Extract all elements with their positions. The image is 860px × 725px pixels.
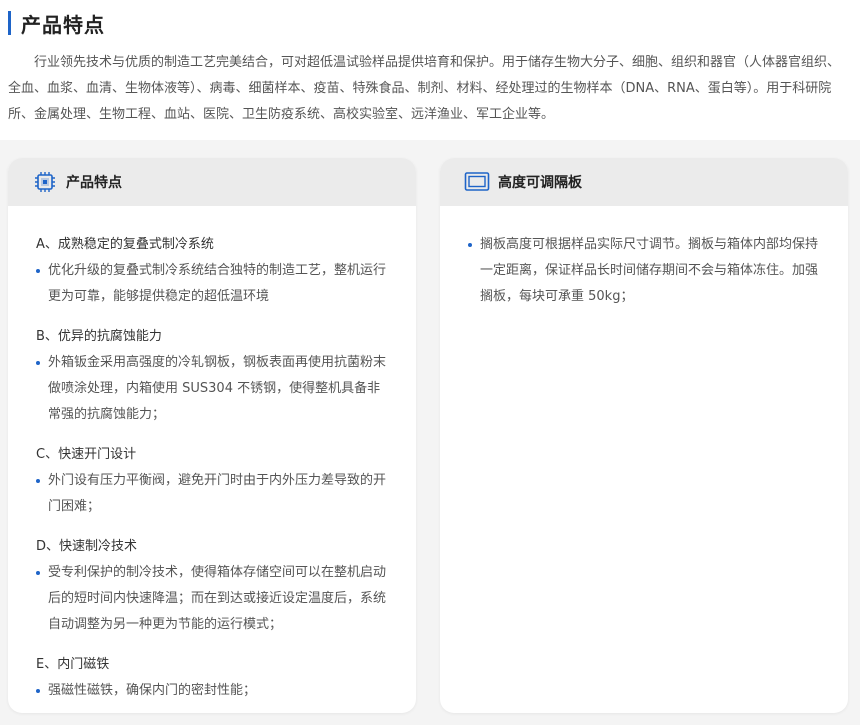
shelf-card-body: 搁板高度可根据样品实际尺寸调节。搁板与箱体内部均保持一定距离，保证样品长时间储存…: [440, 206, 848, 334]
feature-heading: E、内门磁铁: [36, 657, 110, 672]
monitor-icon: [464, 170, 490, 194]
features-card-title: 产品特点: [66, 175, 122, 191]
intro-paragraph: 行业领先技术与优质的制造工艺完美结合，可对超低温试验样品提供培育和保护。用于储存…: [8, 55, 841, 122]
shelf-card-title: 高度可调隔板: [498, 175, 582, 191]
feature-detail: 外箱钣金采用高强度的冷轧钢板，钢板表面再使用抗菌粉末做喷涂处理，内箱使用 SUS…: [36, 350, 388, 428]
feature-detail: 强磁性磁铁，确保内门的密封性能；: [36, 678, 388, 704]
chip-icon: [32, 170, 58, 194]
section-accent-bar: [8, 11, 11, 35]
features-card: 产品特点 A、成熟稳定的复叠式制冷系统 优化升级的复叠式制冷系统结合独特的制造工…: [8, 158, 416, 713]
section-header: 产品特点: [8, 10, 105, 37]
feature-heading: D、快速制冷技术: [36, 539, 138, 554]
features-card-body: A、成熟稳定的复叠式制冷系统 优化升级的复叠式制冷系统结合独特的制造工艺，整机运…: [8, 206, 416, 713]
page-title: 产品特点: [21, 12, 105, 37]
shelf-detail: 搁板高度可根据样品实际尺寸调节。搁板与箱体内部均保持一定距离，保证样品长时间储存…: [468, 232, 820, 310]
feature-heading: A、成熟稳定的复叠式制冷系统: [36, 237, 214, 252]
feature-heading: C、快速开门设计: [36, 447, 137, 462]
shelf-card: 高度可调隔板 搁板高度可根据样品实际尺寸调节。搁板与箱体内部均保持一定距离，保证…: [440, 158, 848, 713]
features-card-header: 产品特点: [8, 158, 416, 206]
feature-detail: 受专利保护的制冷技术，使得箱体存储空间可以在整机启动后的短时间内快速降温；而在到…: [36, 560, 388, 638]
feature-detail: 外门设有压力平衡阀，避免开门时由于内外压力差导致的开门困难；: [36, 468, 388, 520]
feature-detail: 优化升级的复叠式制冷系统结合独特的制造工艺，整机运行更为可靠，能够提供稳定的超低…: [36, 258, 388, 310]
feature-heading: B、优异的抗腐蚀能力: [36, 329, 162, 344]
shelf-card-header: 高度可调隔板: [440, 158, 848, 206]
